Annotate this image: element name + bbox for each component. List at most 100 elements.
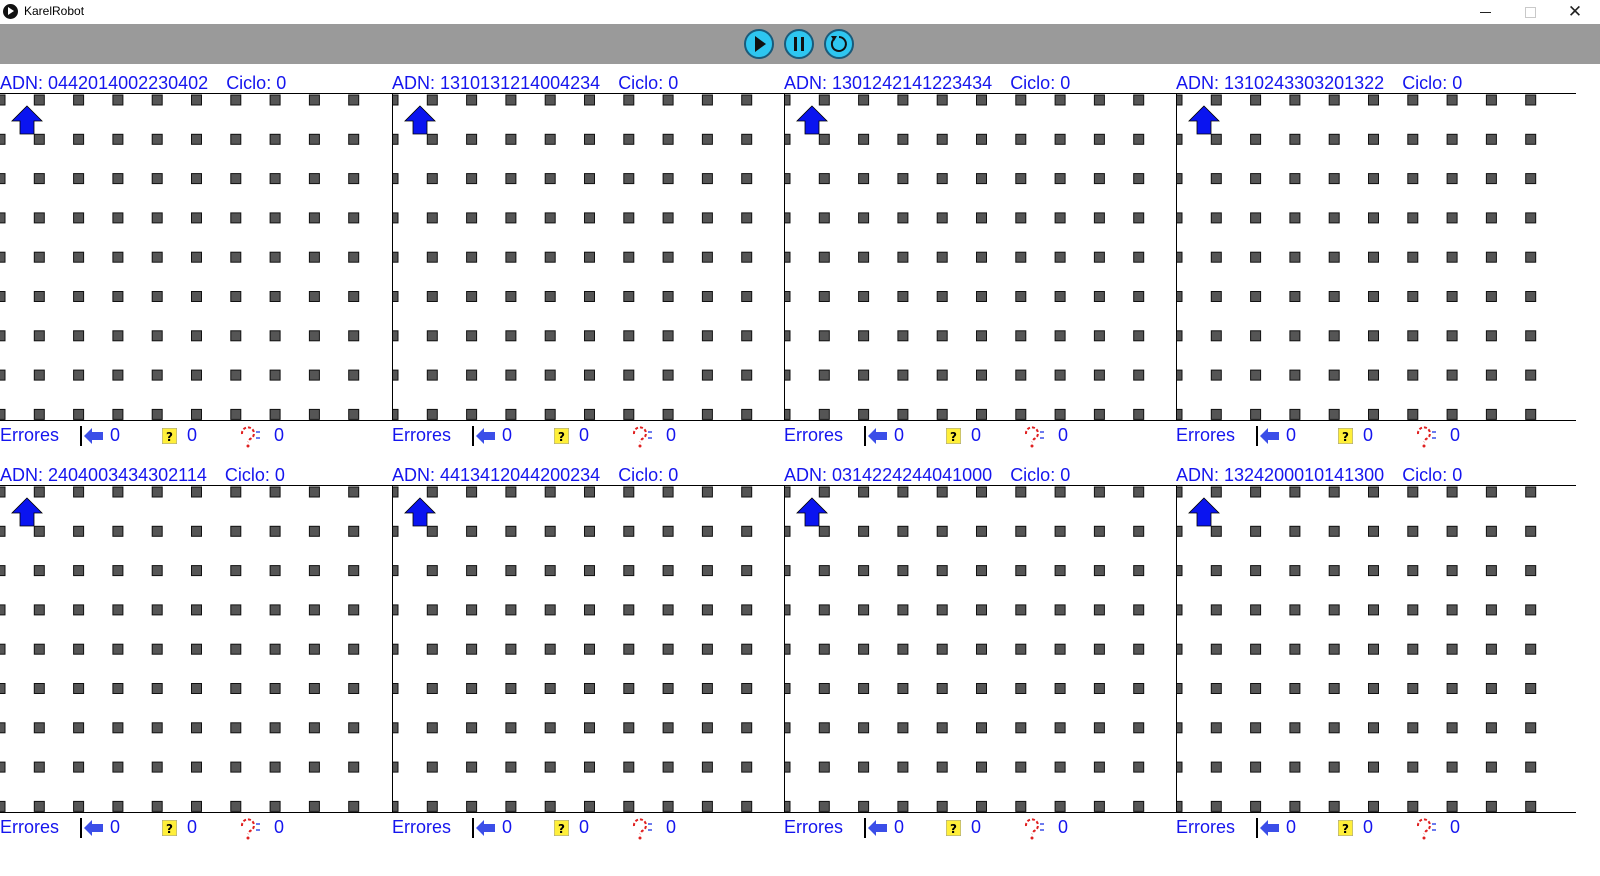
grid-dot [897,369,909,381]
grid-dot [544,173,556,185]
grid-dot [785,722,791,734]
grid-dot [1368,525,1379,537]
grid-dot [505,643,517,655]
grid-dot [1210,251,1222,263]
maximize-button[interactable] [1508,0,1552,24]
adn-value: 1301242141223434 [832,73,993,93]
grid-dot [0,330,6,342]
grid-dot [544,251,556,263]
grid-dot [0,486,6,498]
grid-dot [1368,94,1379,106]
grid-dot [393,408,399,420]
grid-dot [151,408,163,420]
grid-dot [0,251,6,263]
grid-dot [741,604,753,616]
grid-dot [269,722,281,734]
grid-dot [191,761,202,773]
grid-dot [584,330,595,342]
grid-dot [1250,133,1262,145]
grid-dot [897,565,909,577]
unknown-error-count: 0 [187,425,198,445]
grid-dot [308,330,320,342]
grid-dot [1485,330,1497,342]
grid-dot [191,565,202,577]
adn-value: 4413412044200234 [440,465,601,485]
grid-dot [1054,94,1066,106]
play-button[interactable] [744,29,774,59]
ciclo-label: Ciclo: [618,73,669,93]
grid-dot [1093,133,1105,145]
grid-dot [191,800,202,812]
grid-dot [112,604,124,616]
grid-dot [1015,173,1027,185]
grid-dot [505,800,517,812]
grid-dot [1446,525,1458,537]
grid-dot [1015,212,1027,224]
grid-dot [584,565,595,577]
grid-dot [976,291,987,302]
grid-dot [151,604,163,616]
grid-dot [1210,604,1222,616]
grid-dot [818,408,830,420]
grid-dot [897,133,909,145]
grid-dot [33,565,45,577]
grid-dot [308,251,320,263]
grid-dot [584,761,595,773]
grid-dot [976,133,987,145]
grid-dot [73,722,85,734]
grid-canvas [785,94,1145,420]
grid-dot [466,291,478,302]
grid-dot [1210,761,1222,773]
unknown-error-icon: ? [946,428,961,444]
grid-dot [308,94,320,106]
grid-dot [701,173,713,185]
grid-dot [269,173,281,185]
grid-dot [73,212,85,224]
grid-dot [1446,173,1458,185]
grid-dot [741,173,753,185]
grid-dot [785,330,791,342]
toolbar [0,24,1600,64]
grid-dot [818,683,830,694]
lost-error-icon [1024,426,1044,448]
grid-dot [1093,94,1105,106]
grid-dot [897,291,909,302]
grid-dot [112,408,124,420]
grid-dot [1054,643,1066,655]
grid-dot [701,643,713,655]
unknown-error-icon: ? [1338,820,1353,836]
close-button[interactable]: ✕ [1553,0,1597,24]
grid-dot [393,94,399,106]
grid-dot [1485,525,1497,537]
grid-dot [623,291,635,302]
grid-dot [230,94,242,106]
grid-dot [112,369,124,381]
ciclo-value: 0 [274,465,285,485]
grid-dot [662,800,674,812]
panel-header: ADN: 0442014002230402 Ciclo: 0 [0,73,286,93]
grid-dot [1015,722,1027,734]
pause-button[interactable] [784,29,814,59]
grid-dot [1485,251,1497,263]
karel-robot-arrow-icon [404,105,436,135]
grid-dot [191,173,202,185]
grid-canvas [1177,94,1537,420]
reset-button[interactable] [824,29,854,59]
grid-dot [897,722,909,734]
grid-dot [1177,565,1183,577]
grid-dot [505,683,517,694]
svg-text:?: ? [166,822,173,836]
grid-dot [1133,408,1145,420]
grid-dot [1250,486,1262,498]
grid-dot [0,173,6,185]
grid-dot [348,251,360,263]
grid-dot [662,212,674,224]
lost-error-count: 0 [666,817,677,837]
grid-dot [1446,408,1458,420]
lost-error-count: 0 [1450,817,1461,837]
grid-dot [897,643,909,655]
grid-dot [1368,604,1379,616]
minimize-button[interactable] [1463,0,1507,24]
grid-dot [1485,722,1497,734]
grid-dot [73,604,85,616]
